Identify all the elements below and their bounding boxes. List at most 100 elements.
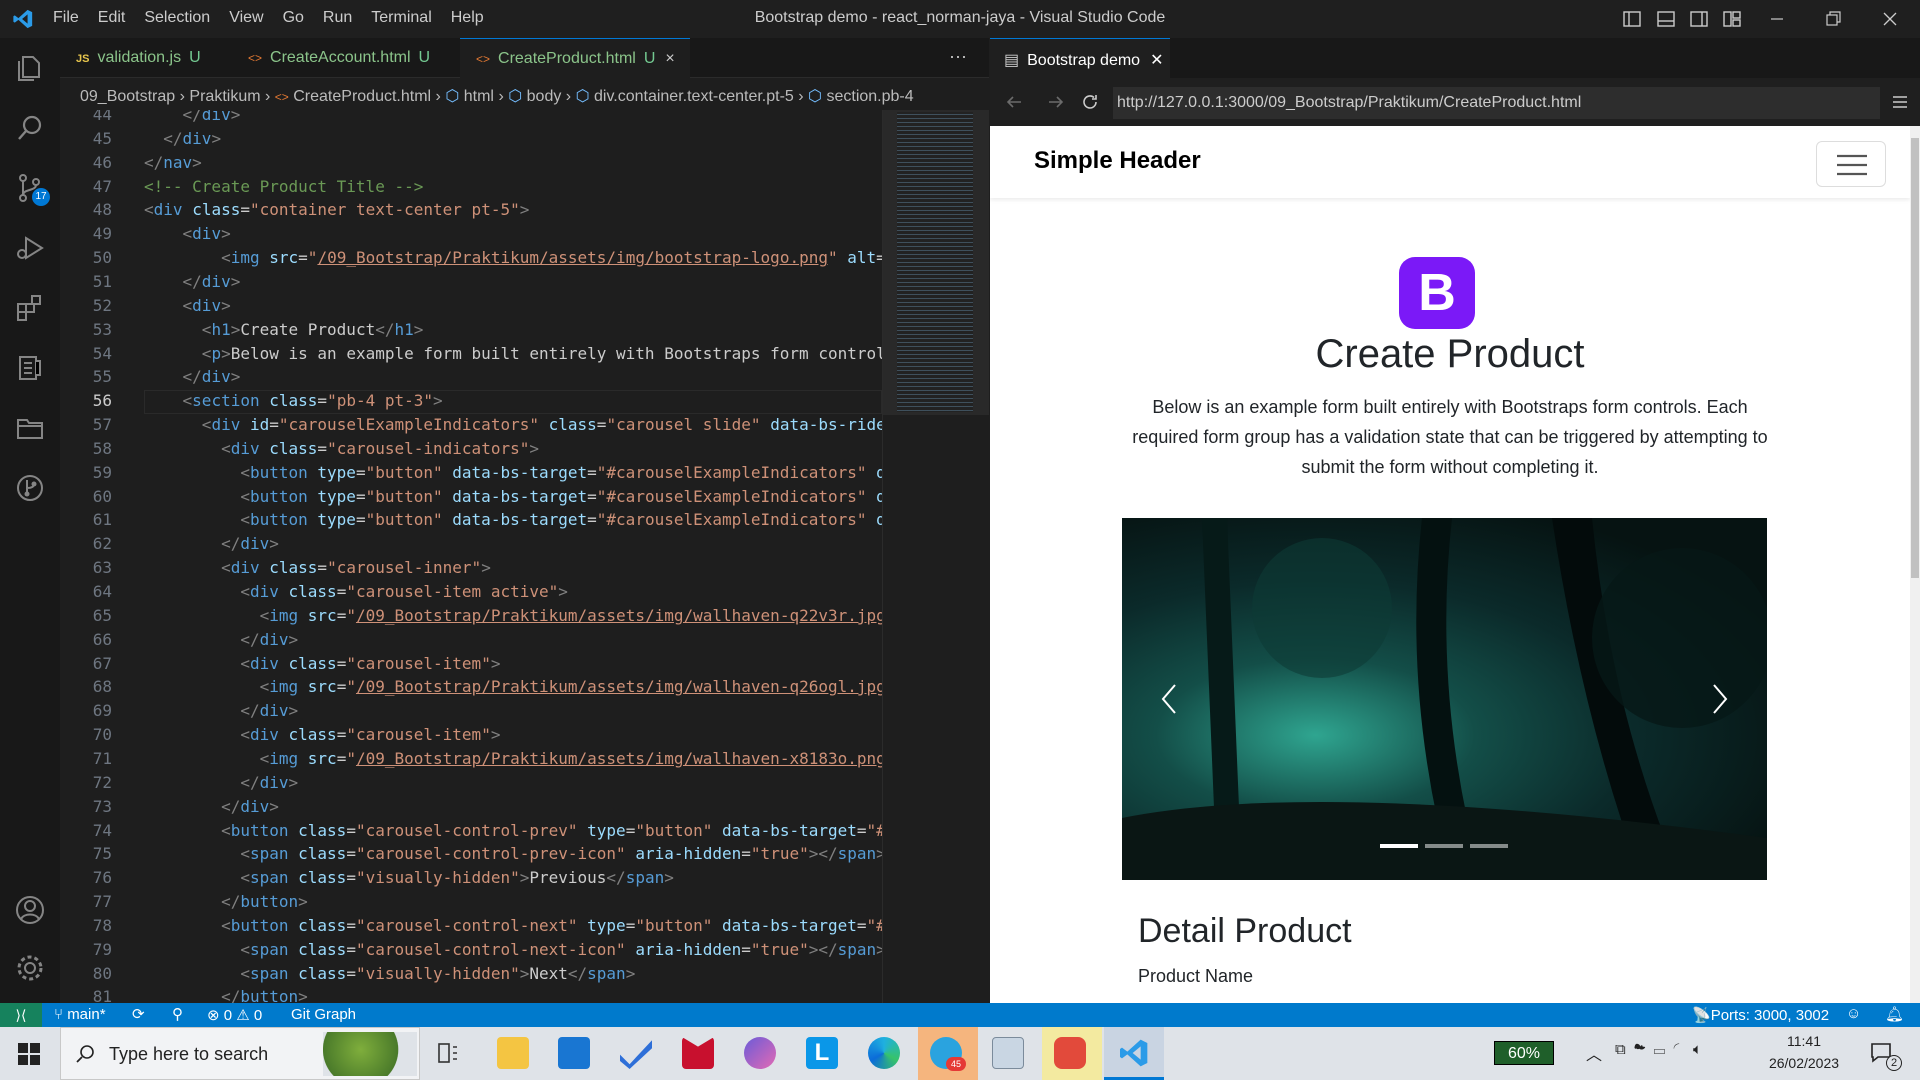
search-icon[interactable] [14,112,46,144]
branch-indicator[interactable]: ⑂ main* [54,1006,106,1023]
task-view-icon[interactable] [436,1041,460,1065]
settings-gear-icon[interactable] [14,952,46,984]
code-editor[interactable]: 44 </div> 45 </div> 46 </nav> 47 <!-- Create … [60,110,882,1003]
tray-chevron-up-icon[interactable]: ︿ [1586,1041,1602,1065]
line-number: 80 [92,964,112,983]
carousel-indicator-1[interactable] [1380,844,1418,848]
menu-edit[interactable]: Edit [98,9,126,27]
line-number: 77 [92,892,112,911]
restore-icon[interactable] [1823,9,1843,29]
tab-create-account[interactable]: <> CreateAccount.html U [232,38,460,78]
close-tab-icon[interactable]: × [665,50,674,67]
live-share-icon[interactable]: ⚲ [172,1005,183,1023]
breadcrumb-item[interactable]: html [464,88,494,105]
chevron-right-icon: › [179,88,185,105]
foxit-icon[interactable] [1054,1037,1086,1069]
clock-time[interactable]: 11:41 [1772,1033,1836,1049]
docker-icon[interactable] [14,352,46,384]
navbar-toggler-button[interactable] [1816,141,1886,187]
code-line: <h1>Create Product</h1> [201,320,424,339]
address-bar[interactable]: http://127.0.0.1:3000/09_Bootstrap/Prakt… [1113,87,1880,119]
breadcrumb-item[interactable]: body [527,88,562,105]
feedback-icon[interactable]: ☺ [1846,1005,1861,1022]
vscode-taskbar-icon[interactable] [1118,1037,1150,1069]
ports-indicator[interactable]: 📡Ports: 3000, 3002 [1692,1006,1829,1024]
chevron-right-icon: › [565,88,572,105]
remote-indicator[interactable]: ⟩⟨ [0,1003,42,1027]
extensions-icon[interactable] [14,292,46,324]
element-icon: ⬡ [445,88,460,105]
breadcrumb-item[interactable]: 09_Bootstrap [80,88,175,105]
code-line: </div> [240,773,299,792]
chevron-right-icon [1713,684,1728,714]
copilot-icon[interactable] [744,1037,776,1069]
back-arrow-icon[interactable] [1004,92,1024,112]
photos-icon[interactable] [992,1037,1024,1069]
browser-tab-bar: ▤Bootstrap demo✕ ··· [990,38,1920,78]
carousel-prev-button[interactable] [1122,518,1217,880]
menu-selection[interactable]: Selection [144,9,210,27]
toggle-panel-icon[interactable] [1656,9,1676,29]
mail-icon[interactable] [558,1037,590,1069]
menu-bar: File Edit Selection View Go Run Terminal… [53,9,503,27]
notifications-bell-icon[interactable]: 🔔︎ [1885,1005,1904,1023]
breadcrumb-item[interactable]: div.container.text-center.pt-5 [594,88,794,105]
breadcrumb-item[interactable]: Praktikum [189,88,260,105]
menu-icon[interactable] [1892,94,1908,110]
accounts-icon[interactable] [14,894,46,926]
problems-indicator[interactable]: ⊗ 0 ⚠ 0 [207,1006,262,1024]
radio-tower-icon: 📡 [1692,1007,1711,1024]
toggle-sidebar-icon[interactable] [1622,9,1642,29]
close-tab-icon[interactable]: ✕ [1150,52,1163,69]
reload-icon[interactable] [1080,92,1100,112]
menu-view[interactable]: View [229,9,263,27]
telegram-badge: 45 [946,1057,966,1071]
breadcrumb-item[interactable]: CreateProduct.html [293,88,431,105]
menu-go[interactable]: Go [283,9,304,27]
mcafee-icon[interactable] [682,1037,714,1069]
menu-file[interactable]: File [53,9,79,27]
tab-label: validation.js [97,49,182,66]
minimap[interactable] [882,110,989,1003]
navbar-brand[interactable]: Simple Header [1034,147,1201,175]
edge-icon[interactable] [868,1037,900,1069]
scrollbar-thumb[interactable] [1911,138,1919,578]
element-icon: ⬡ [808,88,823,105]
code-line: <div> [182,224,231,243]
branch-name: main* [67,1006,106,1023]
git-graph-button[interactable]: Git Graph [291,1006,356,1023]
sync-icon[interactable]: ⟳ [132,1005,145,1023]
browser-tab[interactable]: ▤ Bootstrap demo ✕ [990,38,1170,78]
git-graph-icon[interactable] [14,472,46,504]
menu-run[interactable]: Run [323,9,352,27]
close-window-icon[interactable] [1880,9,1900,29]
clock-date[interactable]: 26/02/2023 [1758,1055,1850,1071]
toggle-secondary-sidebar-icon[interactable] [1689,9,1709,29]
tray-icons: ⧉☁▭◜🔈︎ [1615,1041,1710,1058]
tab-create-product[interactable]: <> CreateProduct.html U × [460,38,690,78]
lingo-icon[interactable]: L [806,1037,838,1069]
explorer-icon[interactable] [14,52,46,84]
warning-icon: ⚠ [236,1007,250,1024]
menu-terminal[interactable]: Terminal [371,9,431,27]
line-number: 49 [92,224,112,243]
carousel-indicator-2[interactable] [1425,844,1463,848]
breadcrumb-item[interactable]: section.pb-4 [826,88,913,105]
more-actions-icon[interactable]: ··· [949,46,967,67]
run-debug-icon[interactable] [14,232,46,264]
minimize-icon[interactable] [1767,9,1787,29]
tab-validation-js[interactable]: JS validation.js U [60,38,232,78]
carousel-indicator-3[interactable] [1470,844,1508,848]
customize-layout-icon[interactable] [1722,9,1742,29]
page-scrollbar[interactable] [1910,126,1920,1003]
windows-start-icon[interactable] [18,1043,40,1065]
file-explorer-icon[interactable] [497,1037,529,1069]
todo-icon[interactable] [620,1040,652,1069]
remote-explorer-icon[interactable] [14,412,46,444]
carousel-next-button[interactable] [1672,518,1767,880]
forward-arrow-icon[interactable] [1046,92,1066,112]
error-icon: ⊗ [207,1007,220,1024]
code-line: </div> [221,534,279,553]
taskbar-search-box[interactable]: Type here to search [60,1027,420,1080]
menu-help[interactable]: Help [451,9,484,27]
